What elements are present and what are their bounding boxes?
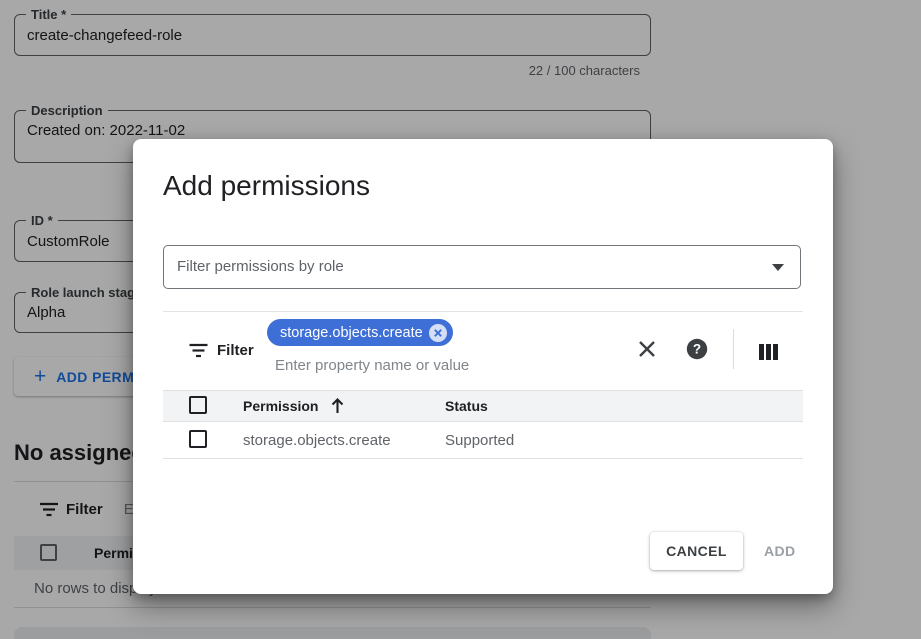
column-header-permission[interactable]: Permission <box>243 398 318 414</box>
help-button[interactable]: ? <box>685 337 709 361</box>
screen: Title * create-changefeed-role 22 / 100 … <box>0 0 921 639</box>
chevron-down-icon <box>772 264 784 271</box>
column-header-status[interactable]: Status <box>445 398 488 414</box>
filter-chip[interactable]: storage.objects.create <box>267 319 453 346</box>
row-permission-cell: storage.objects.create <box>243 432 391 449</box>
divider <box>733 329 734 369</box>
row-checkbox[interactable] <box>189 430 207 448</box>
add-permissions-dialog: Add permissions Filter permissions by ro… <box>133 139 833 594</box>
role-filter-select[interactable]: Filter permissions by role <box>163 245 801 289</box>
table-header: Permission Status <box>163 390 803 422</box>
columns-icon <box>759 344 778 360</box>
filter-input[interactable]: Enter property name or value <box>275 357 469 374</box>
filter-chip-label: storage.objects.create <box>280 325 423 341</box>
filter-button[interactable]: Filter <box>189 339 254 361</box>
filter-label: Filter <box>217 342 254 359</box>
column-display-button[interactable] <box>756 340 780 364</box>
svg-text:?: ? <box>693 342 701 357</box>
dialog-title: Add permissions <box>163 170 370 202</box>
cancel-button[interactable]: CANCEL <box>650 532 743 570</box>
sort-ascending-icon <box>329 397 346 415</box>
add-button[interactable]: ADD <box>764 543 796 559</box>
divider <box>163 311 803 312</box>
help-icon: ? <box>686 338 708 360</box>
chip-remove-icon[interactable] <box>429 324 447 342</box>
role-filter-placeholder: Filter permissions by role <box>177 258 344 275</box>
select-all-checkbox[interactable] <box>189 396 207 414</box>
clear-filters-button[interactable] <box>635 337 659 361</box>
table-row[interactable]: storage.objects.create Supported <box>163 423 803 459</box>
close-icon <box>637 339 657 359</box>
row-status-cell: Supported <box>445 432 514 449</box>
filter-icon <box>189 343 208 358</box>
